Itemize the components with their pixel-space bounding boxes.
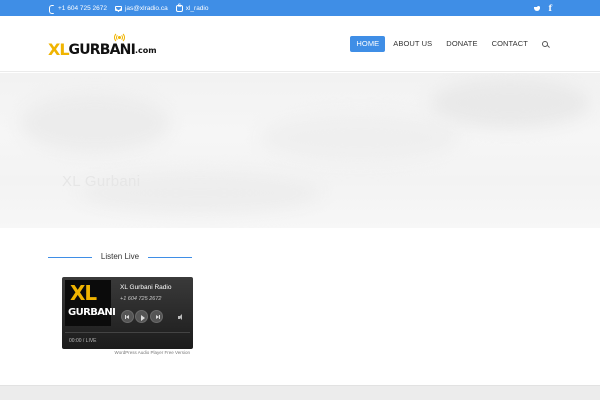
station-name: XL Gurbani Radio (120, 284, 172, 291)
play-icon[interactable] (135, 310, 148, 323)
search-icon[interactable] (538, 36, 552, 52)
phone-contact[interactable]: +1 604 725 2672 (48, 4, 107, 14)
player-time: 00:00 / LIVE (69, 338, 97, 344)
listen-live-heading: Listen Live (48, 250, 192, 264)
nav-contact[interactable]: CONTACT (486, 36, 534, 52)
logo-tld: .com (135, 46, 157, 55)
top-bar: +1 604 725 2672 jas@xlradio.ca xl_radio … (0, 0, 600, 16)
volume-icon[interactable] (178, 314, 186, 320)
mail-icon (114, 5, 122, 11)
phone-text: +1 604 725 2672 (58, 4, 107, 12)
next-icon[interactable] (150, 310, 163, 323)
contact-info: +1 604 725 2672 jas@xlradio.ca xl_radio (48, 0, 208, 16)
skype-text: xl_radio (185, 4, 209, 12)
skype-contact[interactable]: xl_radio (175, 3, 209, 12)
footer-strip (0, 385, 600, 400)
site-logo[interactable]: XL GURBANI .com (48, 32, 157, 59)
artwork-gurbani: GURBANI (68, 307, 116, 318)
email-contact[interactable]: jas@xlradio.ca (114, 4, 168, 12)
logo-gurbani: GURBANI (68, 42, 136, 58)
email-text: jas@xlradio.ca (124, 4, 168, 12)
audio-player: XL GURBANI XL Gurbani Radio +1 604 725 2… (62, 277, 193, 349)
site-header: XL GURBANI .com HOME ABOUT US DONATE CON… (0, 16, 600, 72)
previous-icon[interactable] (121, 310, 134, 323)
twitter-icon[interactable] (533, 5, 541, 11)
nav-donate[interactable]: DONATE (440, 36, 483, 52)
player-credit[interactable]: WordPress Audio Player Free Version (62, 350, 190, 355)
station-phone: +1 604 725 2672 (120, 296, 162, 302)
logo-xl: XL (48, 40, 70, 59)
artwork-xl: XL (70, 281, 97, 305)
skype-icon (175, 3, 183, 12)
main-nav: HOME ABOUT US DONATE CONTACT (350, 36, 552, 52)
broadcast-icon (113, 32, 125, 43)
nav-about-us[interactable]: ABOUT US (387, 36, 438, 52)
nav-home[interactable]: HOME (350, 36, 386, 52)
player-artwork: XL GURBANI (65, 280, 116, 326)
heading-divider-right (148, 257, 192, 258)
progress-bar[interactable] (65, 332, 190, 333)
hero-banner: XL Gurbani (0, 73, 600, 228)
social-links: f (533, 0, 552, 16)
phone-icon (48, 4, 55, 14)
facebook-icon[interactable]: f (549, 4, 552, 12)
hero-title: XL Gurbani (62, 173, 141, 190)
